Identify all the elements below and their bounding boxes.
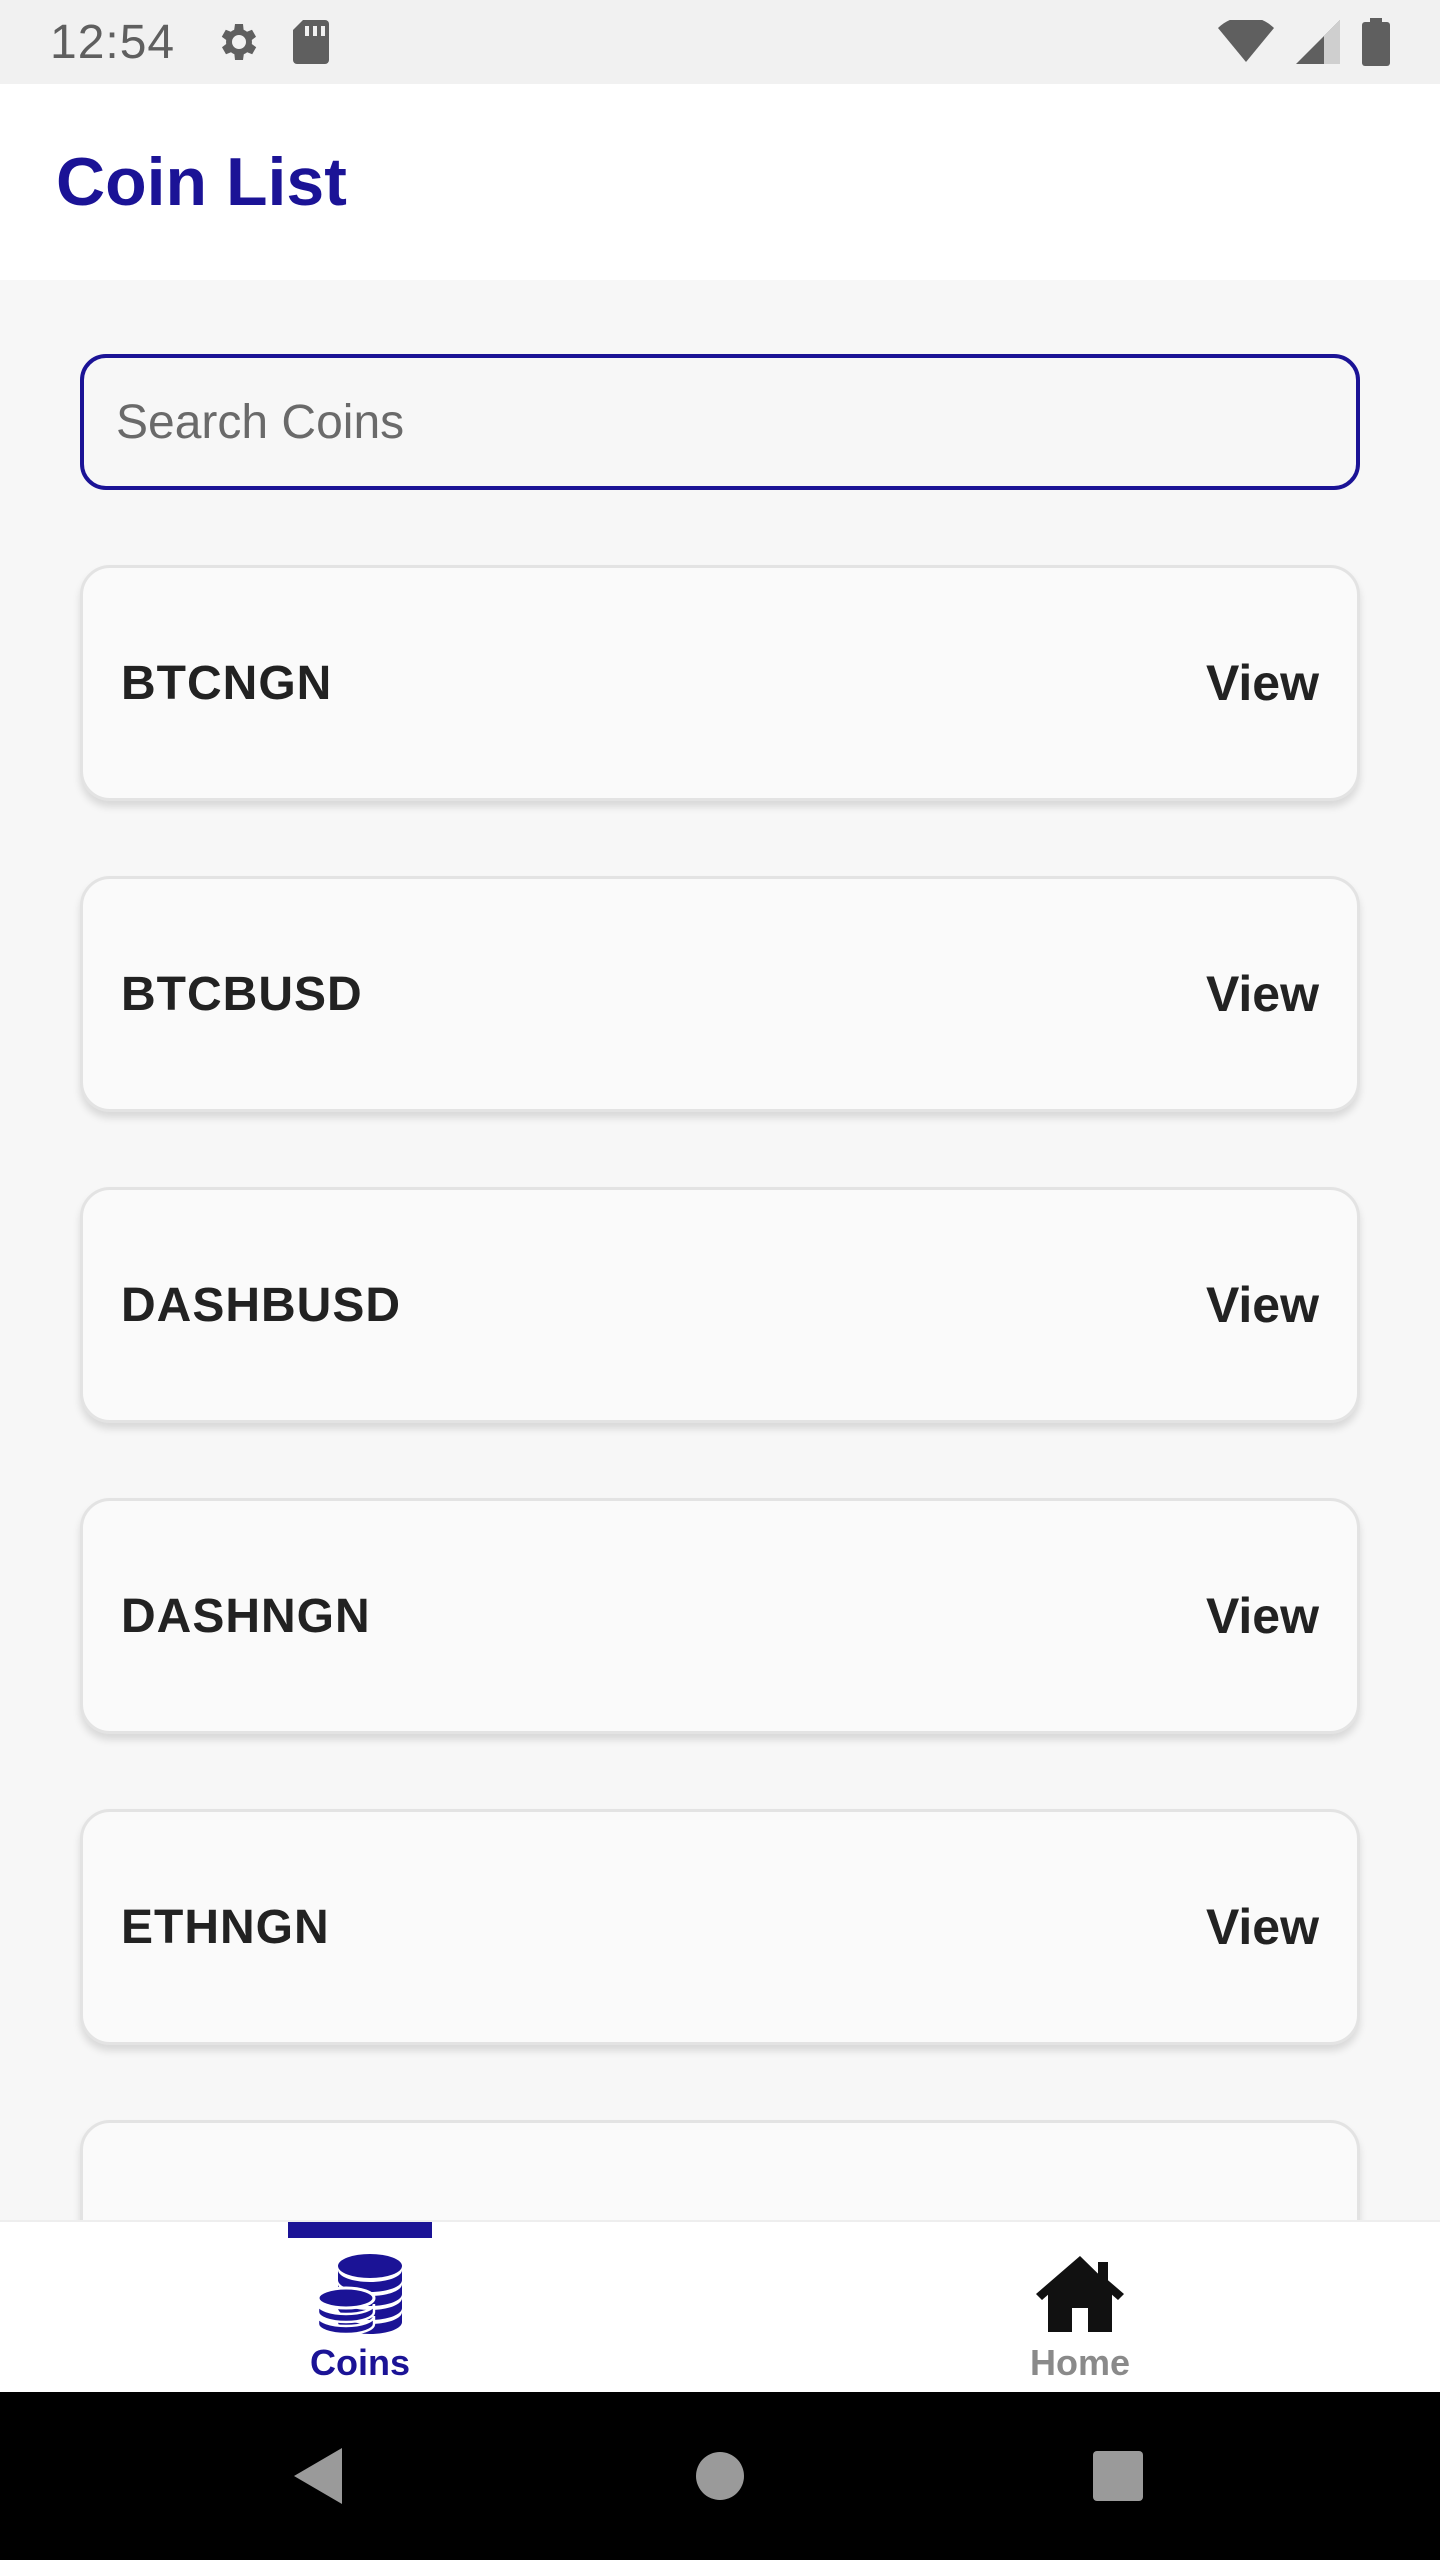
coin-card[interactable]: BTCBUSD View (80, 876, 1360, 1112)
nav-active-indicator (288, 2222, 432, 2238)
nav-label-home: Home (1029, 2342, 1131, 2383)
view-button[interactable]: View (1206, 1276, 1319, 1334)
coin-card[interactable]: DASHBUSD View (80, 1187, 1360, 1423)
signal-icon (1296, 20, 1340, 64)
wifi-icon (1218, 20, 1274, 64)
system-nav-bar (0, 2392, 1440, 2560)
view-button[interactable]: View (1206, 965, 1319, 1023)
coin-card[interactable]: BTCNGN View (80, 565, 1360, 801)
status-bar: 12:54 (0, 0, 1440, 84)
view-button[interactable]: View (1206, 1587, 1319, 1645)
view-button[interactable]: View (1206, 1898, 1319, 1956)
coin-name: ETHNGN (121, 1900, 330, 1954)
search-box[interactable] (80, 354, 1360, 490)
nav-item-home[interactable]: Home (720, 2222, 1440, 2394)
page-title: Coin List (56, 144, 347, 220)
coin-name: BTCBUSD (121, 967, 363, 1021)
home-icon (1034, 2252, 1126, 2336)
recents-icon[interactable] (1091, 2449, 1145, 2503)
coins-icon (314, 2252, 406, 2336)
coin-name: DASHBUSD (121, 1278, 402, 1332)
home-circle-icon[interactable] (694, 2450, 746, 2502)
bottom-nav: Coins Home (0, 2220, 1440, 2392)
status-time: 12:54 (50, 15, 176, 69)
sd-card-icon (291, 18, 331, 66)
search-input[interactable] (116, 358, 1356, 486)
app-bar: Coin List (0, 84, 1440, 280)
nav-item-coins[interactable]: Coins (0, 2222, 720, 2394)
back-icon[interactable] (290, 2444, 346, 2508)
coin-name: BTCNGN (121, 656, 333, 710)
screen: 12:54 Coin List Search Coins BTCNGN View… (0, 0, 1440, 2560)
coin-card[interactable]: DASHNGN View (80, 1498, 1360, 1734)
view-button[interactable]: View (1206, 654, 1319, 712)
coin-card[interactable]: ETHNGN View (80, 1809, 1360, 2045)
gear-icon (215, 18, 263, 66)
nav-label-coins: Coins (309, 2342, 410, 2383)
battery-icon (1362, 18, 1390, 66)
coin-name: DASHNGN (121, 1589, 371, 1643)
